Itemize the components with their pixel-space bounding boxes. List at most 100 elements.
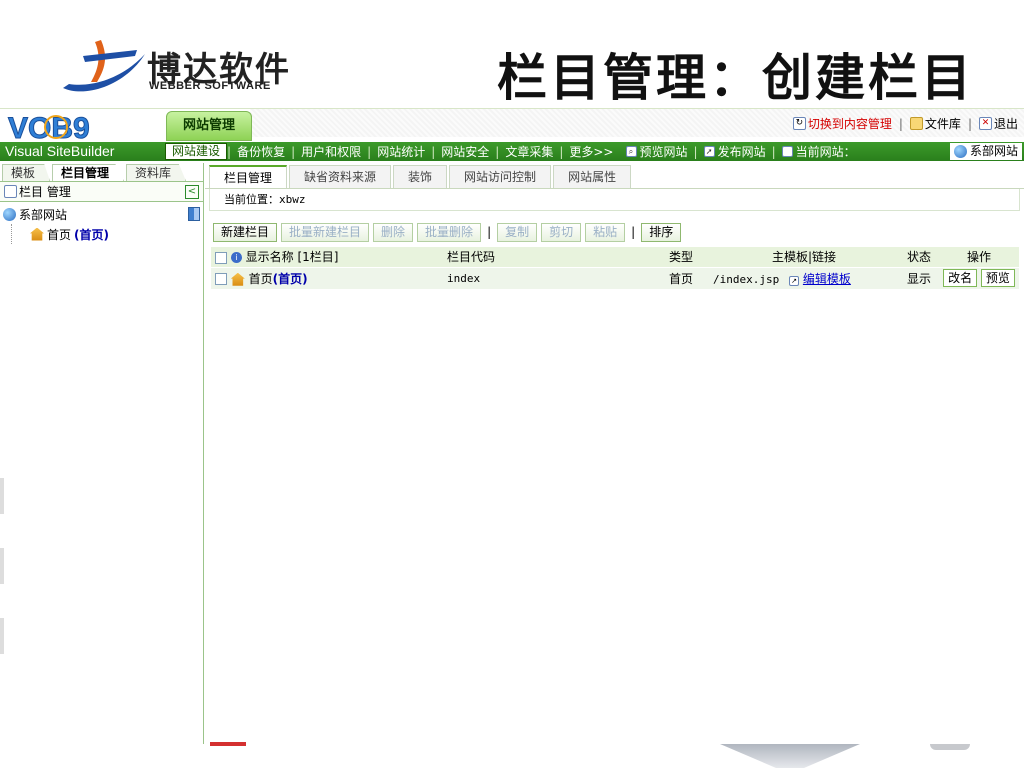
current-site-label: 当前网站： xyxy=(776,143,862,160)
vob-logo-icon: VOB9 xyxy=(8,112,91,144)
left-panel-title: 栏目 管理 xyxy=(19,185,71,199)
cell-status: 显示 xyxy=(899,267,939,289)
col-name-label: 显示名称 [1栏目] xyxy=(245,250,339,265)
tab-column-management[interactable]: 栏目管理 xyxy=(52,164,125,181)
company-name-en: WEBBER SOFTWARE xyxy=(149,80,271,92)
folder-icon xyxy=(909,117,923,130)
tab-column-manage[interactable]: 栏目管理 xyxy=(209,165,288,188)
collapse-left-button[interactable]: < xyxy=(185,184,199,199)
column-toolbar: 新建栏目 批量新建栏目 删除 批量删除 | 复制 剪切 粘贴 | 排序 xyxy=(205,219,1024,245)
batch-delete-button[interactable]: 批量删除 xyxy=(417,222,482,242)
main-nav: 网站建设 | 备份恢复 | 用户和权限 | 网站统计 | 网站安全 | 文章采集… xyxy=(165,142,1024,161)
tree-item-label: 首页 xyxy=(47,227,72,242)
column-tree: 系部网站 首页 (首页) xyxy=(0,202,203,246)
cut-button[interactable]: 剪切 xyxy=(541,222,582,242)
divider: | xyxy=(967,116,972,131)
cell-template: /index.jsp ↗ 编辑模板 xyxy=(709,267,899,289)
slide-title: 栏目管理：创建栏目 xyxy=(497,49,974,107)
globe-icon xyxy=(3,207,16,221)
col-template-header: 主模板|链接 xyxy=(709,247,899,268)
nav-backup[interactable]: 备份恢复 xyxy=(231,143,291,160)
file-library-link[interactable]: 文件库 xyxy=(909,115,961,132)
paste-button[interactable]: 粘贴 xyxy=(585,222,626,242)
left-panel: 模板 栏目管理 资料库 栏目 管理 < 系部网站 首页 (首页) xyxy=(0,163,204,744)
magnifier-icon: ⌕ xyxy=(625,146,637,157)
swoosh-logo-icon xyxy=(63,40,145,92)
nav-publish-label: 发布网站 xyxy=(717,145,766,159)
document-icon: ↻ xyxy=(792,117,806,130)
nav-publish-site[interactable]: ➚ 发布网站 xyxy=(698,143,772,160)
slide: 博达软件 WEBBER SOFTWARE 栏目管理：创建栏目 VOB9 Visu… xyxy=(0,0,1024,768)
rename-button[interactable]: 改名 xyxy=(943,269,978,288)
slide-decoration xyxy=(0,618,4,654)
nav-users[interactable]: 用户和权限 xyxy=(295,143,367,160)
tab-decoration[interactable]: 装饰 xyxy=(393,165,448,188)
cell-name: 首页(首页) xyxy=(211,267,443,289)
tree-root[interactable]: 系部网站 xyxy=(3,204,200,224)
file-library-label: 文件库 xyxy=(924,117,961,131)
logout-link[interactable]: ✕ 退出 xyxy=(978,115,1018,132)
preview-button[interactable]: 预览 xyxy=(980,269,1015,288)
breadcrumb-label: 当前位置： xyxy=(224,193,279,206)
cell-code: index xyxy=(443,267,653,289)
row-checkbox[interactable] xyxy=(215,273,227,286)
row-template: /index.jsp xyxy=(713,272,780,286)
nav-more[interactable]: 更多>> xyxy=(563,143,619,160)
nav-preview-site[interactable]: ⌕ 预览网站 xyxy=(620,143,694,160)
slide-decoration xyxy=(0,548,4,584)
top-bar: VOB9 Visual SiteBuilder 网站管理 ↻ 切换到内容管理 |… xyxy=(0,109,1024,161)
switch-to-content-label: 切换到内容管理 xyxy=(807,117,892,131)
slide-decoration xyxy=(720,744,860,768)
nav-site-build[interactable]: 网站建设 xyxy=(165,143,228,160)
tab-templates[interactable]: 模板 xyxy=(2,164,51,181)
tab-default-source[interactable]: 缺省资料来源 xyxy=(289,165,392,188)
batch-new-button[interactable]: 批量新建栏目 xyxy=(281,222,370,242)
page-icon xyxy=(781,146,793,157)
breadcrumb-value: xbwz xyxy=(279,193,306,206)
delete-button[interactable]: 删除 xyxy=(373,222,414,242)
divider: | xyxy=(898,116,903,131)
divider: | xyxy=(631,225,636,239)
edit-template-link[interactable]: 编辑模板 xyxy=(803,272,851,286)
tree-root-label: 系部网站 xyxy=(19,207,68,222)
right-panel: 栏目管理 缺省资料来源 装饰 网站访问控制 网站属性 当前位置：xbwz 新建栏… xyxy=(205,163,1024,744)
site-management-tab[interactable]: 网站管理 xyxy=(166,111,252,141)
tab-access-control[interactable]: 网站访问控制 xyxy=(449,165,552,188)
info-icon: i xyxy=(230,252,242,264)
table-header: i 显示名称 [1栏目] 栏目代码 类型 主模板|链接 状态 操作 xyxy=(211,247,1019,268)
slide-decoration xyxy=(0,478,4,514)
col-name-header: i 显示名称 [1栏目] xyxy=(211,247,443,268)
current-site-selector[interactable]: 系部网站 xyxy=(949,143,1022,160)
close-icon: ✕ xyxy=(978,117,992,130)
tab-resource-library[interactable]: 资料库 xyxy=(126,164,187,181)
home-icon xyxy=(230,272,245,286)
sort-button[interactable]: 排序 xyxy=(641,222,682,242)
switch-to-content-link[interactable]: ↻ 切换到内容管理 xyxy=(792,115,892,132)
nav-stats[interactable]: 网站统计 xyxy=(371,143,431,160)
col-status-header: 状态 xyxy=(899,247,939,268)
tree-item-home[interactable]: 首页 (首页) xyxy=(11,224,200,244)
vob-logo-text: VOB9 xyxy=(8,112,90,143)
row-name-tag: (首页) xyxy=(272,271,308,286)
copy-button[interactable]: 复制 xyxy=(497,222,538,242)
breadcrumb: 当前位置：xbwz xyxy=(209,189,1020,211)
column-table: i 显示名称 [1栏目] 栏目代码 类型 主模板|链接 状态 操作 首页(首页)… xyxy=(211,247,1019,289)
tree-item-tag: (首页) xyxy=(74,227,109,242)
tab-site-properties[interactable]: 网站属性 xyxy=(553,165,632,188)
product-name: Visual SiteBuilder xyxy=(0,142,165,161)
row-name: 首页 xyxy=(248,271,273,286)
app-window: VOB9 Visual SiteBuilder 网站管理 ↻ 切换到内容管理 |… xyxy=(0,108,1024,744)
select-all-checkbox[interactable] xyxy=(215,251,227,264)
home-icon xyxy=(30,227,44,241)
nav-collect[interactable]: 文章采集 xyxy=(499,143,559,160)
book-icon[interactable] xyxy=(188,207,200,221)
nav-security[interactable]: 网站安全 xyxy=(435,143,495,160)
slide-decoration xyxy=(210,742,246,746)
logout-label: 退出 xyxy=(993,117,1018,131)
new-column-button[interactable]: 新建栏目 xyxy=(213,222,278,242)
nav-preview-label: 预览网站 xyxy=(639,145,688,159)
globe-icon xyxy=(953,145,967,158)
left-panel-header: 栏目 管理 < xyxy=(0,182,203,202)
table-row[interactable]: 首页(首页) index 首页 /index.jsp ↗ 编辑模板 显示 改名 … xyxy=(211,267,1019,289)
slide-decoration xyxy=(930,744,970,750)
